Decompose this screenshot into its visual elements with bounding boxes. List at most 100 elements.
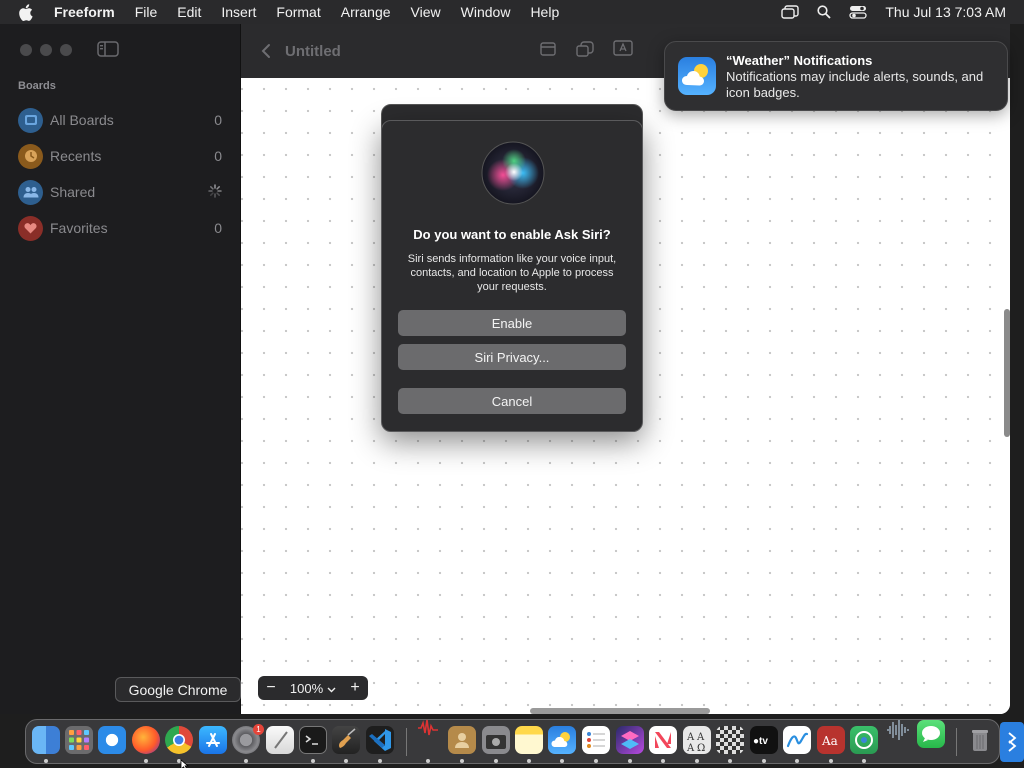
textedit-icon[interactable] bbox=[266, 726, 294, 754]
siri-dialog: Do you want to enable Ask Siri? Siri sen… bbox=[381, 120, 643, 432]
weather-notification[interactable]: “Weather” Notifications Notifications ma… bbox=[664, 41, 1008, 111]
contacts-icon[interactable] bbox=[448, 726, 476, 754]
minimize-window-button[interactable] bbox=[40, 44, 52, 56]
sidebar-item-all-boards[interactable]: All Boards 0 bbox=[18, 102, 222, 138]
close-window-button[interactable] bbox=[20, 44, 32, 56]
sidebar-item-shared[interactable]: Shared bbox=[18, 174, 222, 210]
board-count: 0 bbox=[214, 112, 222, 128]
terminal-icon[interactable] bbox=[299, 726, 327, 754]
text-box-icon[interactable] bbox=[613, 40, 633, 61]
running-indicator bbox=[527, 759, 531, 763]
sidebar-item-label: Favorites bbox=[50, 220, 108, 236]
dock-overflow-chevron-icon[interactable] bbox=[1000, 722, 1024, 762]
sidebar-item-favorites[interactable]: Favorites 0 bbox=[18, 210, 222, 246]
menu-window[interactable]: Window bbox=[461, 4, 511, 20]
menu-file[interactable]: File bbox=[135, 4, 158, 20]
running-indicator bbox=[661, 759, 665, 763]
find-my-icon[interactable] bbox=[850, 726, 878, 754]
stage-manager-icon[interactable] bbox=[781, 5, 800, 19]
menu-app-name[interactable]: Freeform bbox=[54, 4, 115, 20]
menubar-clock[interactable]: Thu Jul 13 7:03 AM bbox=[885, 4, 1006, 20]
sidebar-item-label: Shared bbox=[50, 184, 96, 200]
menu-arrange[interactable]: Arrange bbox=[341, 4, 391, 20]
running-indicator bbox=[244, 759, 248, 763]
app-store-icon[interactable] bbox=[199, 726, 227, 754]
launchpad-icon[interactable] bbox=[65, 726, 93, 754]
vscode-icon[interactable] bbox=[366, 726, 394, 754]
menu-help[interactable]: Help bbox=[530, 4, 559, 20]
document-title[interactable]: Untitled bbox=[285, 43, 341, 60]
back-chevron-icon[interactable] bbox=[261, 43, 271, 59]
dialog-message: Siri sends information like your voice i… bbox=[407, 253, 617, 293]
freeform-icon[interactable] bbox=[783, 726, 811, 754]
news-icon[interactable] bbox=[649, 726, 677, 754]
running-indicator bbox=[494, 759, 498, 763]
chess-icon[interactable] bbox=[716, 726, 744, 754]
menu-edit[interactable]: Edit bbox=[177, 4, 201, 20]
running-indicator bbox=[560, 759, 564, 763]
waveform-icon[interactable] bbox=[884, 716, 912, 744]
search-icon[interactable] bbox=[817, 5, 831, 19]
zoom-window-button[interactable] bbox=[60, 44, 72, 56]
running-indicator bbox=[311, 759, 315, 763]
screenshot-icon[interactable] bbox=[482, 726, 510, 754]
firefox-icon[interactable] bbox=[132, 726, 160, 754]
running-indicator bbox=[728, 759, 732, 763]
menu-format[interactable]: Format bbox=[276, 4, 320, 20]
control-center-icon[interactable] bbox=[849, 5, 868, 19]
menu-bar: Freeform File Edit Insert Format Arrange… bbox=[0, 0, 1024, 24]
siri-privacy-button[interactable]: Siri Privacy... bbox=[398, 344, 626, 370]
menu-insert[interactable]: Insert bbox=[221, 4, 256, 20]
dock: 1 A A A Ω ●tv Aa bbox=[25, 719, 1000, 764]
shortcuts-icon[interactable] bbox=[616, 726, 644, 754]
apple-menu-icon[interactable] bbox=[18, 3, 34, 21]
notification-title: “Weather” Notifications bbox=[726, 53, 873, 68]
weather-app-icon bbox=[678, 57, 716, 95]
sticky-note-icon[interactable] bbox=[539, 40, 557, 61]
zoom-level-value: 100% bbox=[289, 680, 324, 696]
dictionary-icon[interactable]: Aa bbox=[817, 726, 845, 754]
sidebar-item-recents[interactable]: Recents 0 bbox=[18, 138, 222, 174]
zoom-out-button[interactable]: − bbox=[264, 680, 278, 696]
reminders-icon[interactable] bbox=[582, 726, 610, 754]
dock-separator bbox=[956, 728, 957, 756]
garageband-icon[interactable] bbox=[332, 726, 360, 754]
sidebar: Boards All Boards 0 Recents 0 Shared Fav… bbox=[0, 24, 241, 714]
all-boards-icon bbox=[18, 107, 43, 133]
zoom-in-button[interactable]: + bbox=[348, 680, 362, 696]
svg-text:●tv: ●tv bbox=[753, 736, 768, 747]
running-indicator bbox=[862, 759, 866, 763]
boards-heading: Boards bbox=[18, 80, 56, 92]
messages-icon[interactable] bbox=[917, 720, 945, 748]
weather-icon[interactable] bbox=[548, 726, 576, 754]
voice-memos-icon[interactable] bbox=[414, 714, 442, 742]
sidebar-toggle-icon[interactable] bbox=[97, 41, 119, 60]
sidebar-item-label: All Boards bbox=[50, 112, 114, 128]
finder-icon[interactable] bbox=[32, 726, 60, 754]
running-indicator bbox=[344, 759, 348, 763]
running-indicator bbox=[594, 759, 598, 763]
cancel-button[interactable]: Cancel bbox=[398, 388, 626, 414]
apple-tv-icon[interactable]: ●tv bbox=[750, 726, 778, 754]
menu-view[interactable]: View bbox=[411, 4, 441, 20]
people-icon bbox=[18, 179, 43, 205]
zoom-level-menu[interactable]: 100% bbox=[290, 681, 336, 696]
safari-icon[interactable] bbox=[98, 726, 126, 754]
siri-icon bbox=[481, 141, 545, 205]
heart-icon bbox=[18, 215, 43, 241]
running-indicator bbox=[426, 759, 430, 763]
running-indicator bbox=[795, 759, 799, 763]
running-indicator bbox=[460, 759, 464, 763]
enable-button[interactable]: Enable bbox=[398, 310, 626, 336]
chrome-icon[interactable] bbox=[165, 726, 193, 754]
trash-icon[interactable] bbox=[966, 726, 994, 754]
vertical-scrollbar[interactable] bbox=[1004, 309, 1010, 437]
dialog-title: Do you want to enable Ask Siri? bbox=[413, 227, 611, 242]
notification-body: Notifications may include alerts, sounds… bbox=[726, 69, 984, 100]
font-book-icon[interactable]: AAAΩ bbox=[683, 726, 711, 754]
dock-separator bbox=[406, 728, 407, 756]
horizontal-scrollbar[interactable] bbox=[530, 708, 710, 714]
shapes-icon[interactable] bbox=[575, 40, 595, 61]
notes-icon[interactable] bbox=[515, 726, 543, 754]
clock-icon bbox=[18, 143, 43, 169]
